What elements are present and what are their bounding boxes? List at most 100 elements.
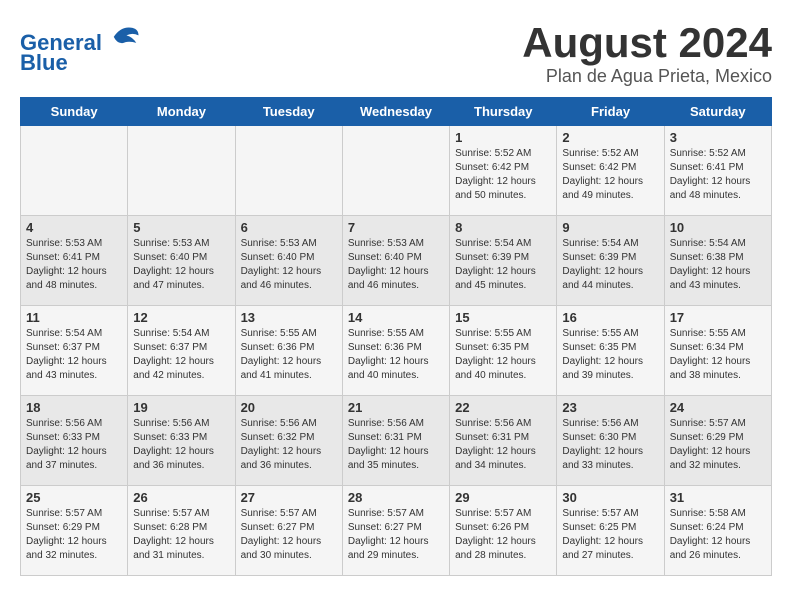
day-info: Sunrise: 5:54 AM Sunset: 6:39 PM Dayligh…: [455, 237, 551, 293]
calendar-week-row: 4 Sunrise: 5:53 AM Sunset: 6:41 PM Daylig…: [21, 216, 772, 306]
day-number: 22: [455, 400, 551, 415]
day-number: 6: [241, 220, 337, 235]
day-number: 24: [670, 400, 766, 415]
day-number: 4: [26, 220, 122, 235]
calendar-cell: 3Sunrise: 5:52 AM Sunset: 6:41 PM Daylig…: [664, 126, 771, 216]
calendar-cell: 14 Sunrise: 5:55 AM Sunset: 6:36 PM Dayli…: [342, 306, 449, 396]
weekday-header-friday: Friday: [557, 98, 664, 126]
day-number: 21: [348, 400, 444, 415]
calendar-cell: 4 Sunrise: 5:53 AM Sunset: 6:41 PM Daylig…: [21, 216, 128, 306]
calendar-week-row: 11 Sunrise: 5:54 AM Sunset: 6:37 PM Dayli…: [21, 306, 772, 396]
day-info: Sunrise: 5:53 AM Sunset: 6:40 PM Dayligh…: [241, 237, 337, 293]
day-number: 9: [562, 220, 658, 235]
calendar-cell: 28 Sunrise: 5:57 AM Sunset: 6:27 PM Dayli…: [342, 486, 449, 576]
calendar-cell: [342, 126, 449, 216]
calendar-cell: 5 Sunrise: 5:53 AM Sunset: 6:40 PM Daylig…: [128, 216, 235, 306]
logo: General Blue: [20, 20, 140, 75]
calendar-cell: 15 Sunrise: 5:55 AM Sunset: 6:35 PM Dayli…: [450, 306, 557, 396]
day-info: Sunrise: 5:55 AM Sunset: 6:35 PM Dayligh…: [455, 327, 551, 383]
day-number: 20: [241, 400, 337, 415]
calendar-cell: 21 Sunrise: 5:56 AM Sunset: 6:31 PM Dayli…: [342, 396, 449, 486]
weekday-header-wednesday: Wednesday: [342, 98, 449, 126]
calendar-cell: 29 Sunrise: 5:57 AM Sunset: 6:26 PM Dayli…: [450, 486, 557, 576]
calendar-subtitle: Plan de Agua Prieta, Mexico: [522, 66, 772, 87]
day-info: Sunrise: 5:58 AM Sunset: 6:24 PM Dayligh…: [670, 507, 766, 563]
day-number: 28: [348, 490, 444, 505]
day-number: 29: [455, 490, 551, 505]
calendar-cell: 8 Sunrise: 5:54 AM Sunset: 6:39 PM Daylig…: [450, 216, 557, 306]
calendar-cell: 7 Sunrise: 5:53 AM Sunset: 6:40 PM Daylig…: [342, 216, 449, 306]
day-number: 7: [348, 220, 444, 235]
day-number: 17: [670, 310, 766, 325]
day-number: 1: [455, 130, 551, 145]
day-info: Sunrise: 5:57 AM Sunset: 6:29 PM Dayligh…: [26, 507, 122, 563]
day-info: Sunrise: 5:56 AM Sunset: 6:30 PM Dayligh…: [562, 417, 658, 473]
day-number: 30: [562, 490, 658, 505]
day-info: Sunrise: 5:55 AM Sunset: 6:35 PM Dayligh…: [562, 327, 658, 383]
day-info: Sunrise: 5:57 AM Sunset: 6:29 PM Dayligh…: [670, 417, 766, 473]
day-info: Sunrise: 5:53 AM Sunset: 6:40 PM Dayligh…: [133, 237, 229, 293]
day-number: 12: [133, 310, 229, 325]
day-info: Sunrise: 5:54 AM Sunset: 6:37 PM Dayligh…: [133, 327, 229, 383]
calendar-week-row: 18 Sunrise: 5:56 AM Sunset: 6:33 PM Dayli…: [21, 396, 772, 486]
day-number: 16: [562, 310, 658, 325]
weekday-header-thursday: Thursday: [450, 98, 557, 126]
day-info: Sunrise: 5:57 AM Sunset: 6:28 PM Dayligh…: [133, 507, 229, 563]
calendar-cell: 16 Sunrise: 5:55 AM Sunset: 6:35 PM Dayli…: [557, 306, 664, 396]
day-info: Sunrise: 5:56 AM Sunset: 6:33 PM Dayligh…: [26, 417, 122, 473]
day-info: Sunrise: 5:52 AM Sunset: 6:41 PM Dayligh…: [670, 147, 766, 203]
day-info: Sunrise: 5:57 AM Sunset: 6:25 PM Dayligh…: [562, 507, 658, 563]
calendar-cell: [21, 126, 128, 216]
calendar-week-row: 1 Sunrise: 5:52 AM Sunset: 6:42 PM Daylig…: [21, 126, 772, 216]
calendar-cell: 24 Sunrise: 5:57 AM Sunset: 6:29 PM Dayli…: [664, 396, 771, 486]
day-info: Sunrise: 5:54 AM Sunset: 6:39 PM Dayligh…: [562, 237, 658, 293]
day-number: 13: [241, 310, 337, 325]
page-header: General Blue August 2024 Plan de Agua Pr…: [20, 20, 772, 87]
day-number: 18: [26, 400, 122, 415]
day-number: 11: [26, 310, 122, 325]
calendar-cell: 18 Sunrise: 5:56 AM Sunset: 6:33 PM Dayli…: [21, 396, 128, 486]
day-info: Sunrise: 5:57 AM Sunset: 6:26 PM Dayligh…: [455, 507, 551, 563]
calendar-cell: 20 Sunrise: 5:56 AM Sunset: 6:32 PM Dayli…: [235, 396, 342, 486]
day-number: 2: [562, 130, 658, 145]
calendar-cell: 26Sunrise: 5:57 AM Sunset: 6:28 PM Dayli…: [128, 486, 235, 576]
day-number: 5: [133, 220, 229, 235]
day-info: Sunrise: 5:55 AM Sunset: 6:36 PM Dayligh…: [348, 327, 444, 383]
day-number: 8: [455, 220, 551, 235]
day-info: Sunrise: 5:56 AM Sunset: 6:31 PM Dayligh…: [455, 417, 551, 473]
day-number: 23: [562, 400, 658, 415]
day-info: Sunrise: 5:53 AM Sunset: 6:41 PM Dayligh…: [26, 237, 122, 293]
day-info: Sunrise: 5:52 AM Sunset: 6:42 PM Dayligh…: [562, 147, 658, 203]
day-info: Sunrise: 5:56 AM Sunset: 6:31 PM Dayligh…: [348, 417, 444, 473]
weekday-header-row: SundayMondayTuesdayWednesdayThursdayFrid…: [21, 98, 772, 126]
day-info: Sunrise: 5:55 AM Sunset: 6:36 PM Dayligh…: [241, 327, 337, 383]
day-number: 14: [348, 310, 444, 325]
day-info: Sunrise: 5:54 AM Sunset: 6:37 PM Dayligh…: [26, 327, 122, 383]
calendar-body: 1 Sunrise: 5:52 AM Sunset: 6:42 PM Daylig…: [21, 126, 772, 576]
day-number: 31: [670, 490, 766, 505]
weekday-header-monday: Monday: [128, 98, 235, 126]
day-number: 19: [133, 400, 229, 415]
day-info: Sunrise: 5:53 AM Sunset: 6:40 PM Dayligh…: [348, 237, 444, 293]
calendar-week-row: 25 Sunrise: 5:57 AM Sunset: 6:29 PM Dayli…: [21, 486, 772, 576]
day-number: 15: [455, 310, 551, 325]
calendar-cell: 25 Sunrise: 5:57 AM Sunset: 6:29 PM Dayli…: [21, 486, 128, 576]
day-info: Sunrise: 5:57 AM Sunset: 6:27 PM Dayligh…: [241, 507, 337, 563]
calendar-cell: 12 Sunrise: 5:54 AM Sunset: 6:37 PM Dayli…: [128, 306, 235, 396]
day-number: 10: [670, 220, 766, 235]
day-info: Sunrise: 5:54 AM Sunset: 6:38 PM Dayligh…: [670, 237, 766, 293]
title-block: August 2024 Plan de Agua Prieta, Mexico: [522, 20, 772, 87]
day-info: Sunrise: 5:57 AM Sunset: 6:27 PM Dayligh…: [348, 507, 444, 563]
day-info: Sunrise: 5:56 AM Sunset: 6:32 PM Dayligh…: [241, 417, 337, 473]
calendar-cell: 19Sunrise: 5:56 AM Sunset: 6:33 PM Dayli…: [128, 396, 235, 486]
weekday-header-sunday: Sunday: [21, 98, 128, 126]
calendar-table: SundayMondayTuesdayWednesdayThursdayFrid…: [20, 97, 772, 576]
calendar-title: August 2024: [522, 20, 772, 66]
calendar-cell: 1Sunrise: 5:52 AM Sunset: 6:42 PM Daylig…: [450, 126, 557, 216]
calendar-cell: [235, 126, 342, 216]
calendar-cell: 11 Sunrise: 5:54 AM Sunset: 6:37 PM Dayli…: [21, 306, 128, 396]
calendar-cell: 30 Sunrise: 5:57 AM Sunset: 6:25 PM Dayli…: [557, 486, 664, 576]
logo-bird-icon: [110, 20, 140, 50]
day-number: 25: [26, 490, 122, 505]
weekday-header-tuesday: Tuesday: [235, 98, 342, 126]
